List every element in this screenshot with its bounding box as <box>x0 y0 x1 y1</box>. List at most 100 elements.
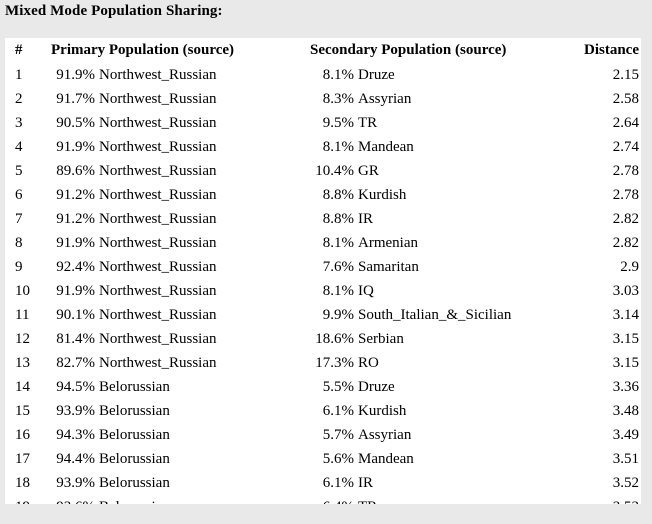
mixed-mode-sharing-table: # Primary Population (source) Secondary … <box>5 38 641 504</box>
primary-percentage: 93.9% <box>56 475 95 491</box>
table-row[interactable]: 1 91.9% Northwest_Russian 8.1% Druze 2.15 <box>5 63 641 87</box>
table-row[interactable]: 7 91.2% Northwest_Russian 8.8% IR 2.82 <box>5 207 641 231</box>
table-row[interactable]: 18 93.9% Belorussian 6.1% IR 3.52 <box>5 471 641 495</box>
primary-population-cell: 90.5% Northwest_Russian <box>45 111 300 135</box>
primary-population-cell: 93.6%Belorussian <box>45 495 300 504</box>
row-index: 19 <box>5 495 45 504</box>
secondary-percentage: 8.1% <box>322 139 354 155</box>
table-row[interactable]: 10 91.9% Northwest_Russian 8.1% IQ 3.03 <box>5 279 641 303</box>
distance-value: 2.78 <box>612 163 639 179</box>
row-index: 8 <box>15 235 23 251</box>
secondary-population-cell: 8.8% IR <box>300 207 550 231</box>
primary-population-cell: 94.4% Belorussian <box>45 447 300 471</box>
primary-population-name: Northwest_Russian <box>99 211 217 227</box>
secondary-population-cell: 5.7% Assyrian <box>300 423 550 447</box>
table-row[interactable]: 9 92.4% Northwest_Russian 7.6% Samaritan 2.9 <box>5 255 641 279</box>
secondary-population-cell: 8.1% Druze <box>300 63 550 87</box>
primary-population-name: Belorussian <box>99 403 170 419</box>
secondary-percentage: 18.6% <box>315 331 354 347</box>
table-row[interactable]: 2 91.7% Northwest_Russian 8.3% Assyrian 2.58 <box>5 87 641 111</box>
primary-percentage: 89.6% <box>56 163 95 179</box>
column-header-secondary[interactable]: Secondary Population (source) <box>300 38 550 63</box>
table-row[interactable]: 5 89.6% Northwest_Russian 10.4% GR 2.78 <box>5 159 641 183</box>
primary-percentage: 82.7% <box>56 355 95 371</box>
secondary-population-cell: 6.4%TR <box>300 495 550 504</box>
primary-percentage: 94.3% <box>56 427 95 443</box>
primary-population-cell: 91.9% Northwest_Russian <box>45 135 300 159</box>
primary-population-name: Northwest_Russian <box>99 115 217 131</box>
row-index: 11 <box>15 307 30 323</box>
secondary-percentage: 17.3% <box>315 355 354 371</box>
table-row[interactable]: 6 91.2% Northwest_Russian 8.8% Kurdish 2.78 <box>5 183 641 207</box>
secondary-percentage: 8.1% <box>322 283 354 299</box>
table-row[interactable]: 4 91.9% Northwest_Russian 8.1% Mandean 2.74 <box>5 135 641 159</box>
row-index: 2 <box>15 91 23 107</box>
secondary-population-name: GR <box>358 163 379 179</box>
primary-population-name: Northwest_Russian <box>99 331 217 347</box>
distance-value: 2.82 <box>612 211 639 227</box>
primary-population-name: Belorussian <box>99 451 170 467</box>
primary-population-name: Belorussian <box>99 475 170 491</box>
row-index: 1 <box>15 67 23 83</box>
table-row[interactable]: 12 81.4% Northwest_Russian 18.6% Serbian 3.15 <box>5 327 641 351</box>
secondary-population-name: IQ <box>358 283 374 299</box>
table-row[interactable]: 1993.6%Belorussian6.4%TR3.53 <box>5 495 641 504</box>
secondary-population-name: IR <box>358 475 373 491</box>
distance-value: 2.15 <box>612 67 639 83</box>
primary-population-cell: 91.2% Northwest_Russian <box>45 183 300 207</box>
secondary-percentage: 8.8% <box>322 211 354 227</box>
table-row[interactable]: 16 94.3% Belorussian 5.7% Assyrian 3.49 <box>5 423 641 447</box>
primary-population-cell: 92.4% Northwest_Russian <box>45 255 300 279</box>
secondary-percentage: 8.8% <box>322 187 354 203</box>
table-header-row: # Primary Population (source) Secondary … <box>5 38 641 63</box>
secondary-population-cell: 8.8% Kurdish <box>300 183 550 207</box>
primary-population-cell: 81.4% Northwest_Russian <box>45 327 300 351</box>
table-row[interactable]: 15 93.9% Belorussian 6.1% Kurdish 3.48 <box>5 399 641 423</box>
table-row[interactable]: 17 94.4% Belorussian 5.6% Mandean 3.51 <box>5 447 641 471</box>
primary-percentage: 91.2% <box>56 211 95 227</box>
primary-population-cell: 90.1% Northwest_Russian <box>45 303 300 327</box>
secondary-population-name: RO <box>358 355 379 371</box>
secondary-population-cell: 17.3% RO <box>300 351 550 375</box>
table-row[interactable]: 8 91.9% Northwest_Russian 8.1% Armenian 2.82 <box>5 231 641 255</box>
distance-value: 2.64 <box>612 115 639 131</box>
table-row[interactable]: 14 94.5% Belorussian 5.5% Druze 3.36 <box>5 375 641 399</box>
secondary-population-cell: 8.3% Assyrian <box>300 87 550 111</box>
primary-percentage: 94.4% <box>56 451 95 467</box>
primary-percentage: 90.1% <box>56 307 95 323</box>
distance-value: 3.36 <box>612 379 639 395</box>
primary-population-name: Northwest_Russian <box>99 91 217 107</box>
primary-population-name: Belorussian <box>99 427 170 443</box>
secondary-percentage: 9.9% <box>322 307 354 323</box>
row-index: 13 <box>15 355 30 371</box>
primary-population-name: Northwest_Russian <box>99 307 217 323</box>
secondary-population-cell: 6.1% Kurdish <box>300 399 550 423</box>
primary-percentage: 94.5% <box>56 379 95 395</box>
table-row[interactable]: 3 90.5% Northwest_Russian 9.5% TR 2.64 <box>5 111 641 135</box>
distance-value: 3.53 <box>550 495 641 504</box>
primary-percentage: 91.7% <box>56 91 95 107</box>
secondary-percentage: 7.6% <box>322 259 354 275</box>
secondary-percentage: 5.7% <box>322 427 354 443</box>
column-header-primary[interactable]: Primary Population (source) <box>45 38 300 63</box>
row-index: 12 <box>15 331 30 347</box>
primary-population-name: Northwest_Russian <box>99 139 217 155</box>
primary-population-cell: 94.5% Belorussian <box>45 375 300 399</box>
distance-value: 2.74 <box>612 139 639 155</box>
primary-percentage: 91.9% <box>56 283 95 299</box>
column-header-distance[interactable]: Distance <box>550 38 641 63</box>
secondary-population-cell: 5.5% Druze <box>300 375 550 399</box>
secondary-percentage: 8.3% <box>322 91 354 107</box>
results-table-panel: # Primary Population (source) Secondary … <box>5 38 641 504</box>
secondary-population-name: Kurdish <box>358 187 407 203</box>
secondary-percentage: 9.5% <box>322 115 354 131</box>
row-index: 7 <box>15 211 23 227</box>
secondary-population-name: Assyrian <box>358 91 412 107</box>
secondary-population-cell: 7.6% Samaritan <box>300 255 550 279</box>
column-header-index[interactable]: # <box>5 38 45 63</box>
table-row[interactable]: 11 90.1% Northwest_Russian 9.9% South_Italia… <box>5 303 641 327</box>
secondary-percentage: 5.5% <box>322 379 354 395</box>
table-row[interactable]: 13 82.7% Northwest_Russian 17.3% RO 3.15 <box>5 351 641 375</box>
row-index: 4 <box>15 139 23 155</box>
primary-percentage: 81.4% <box>56 331 95 347</box>
